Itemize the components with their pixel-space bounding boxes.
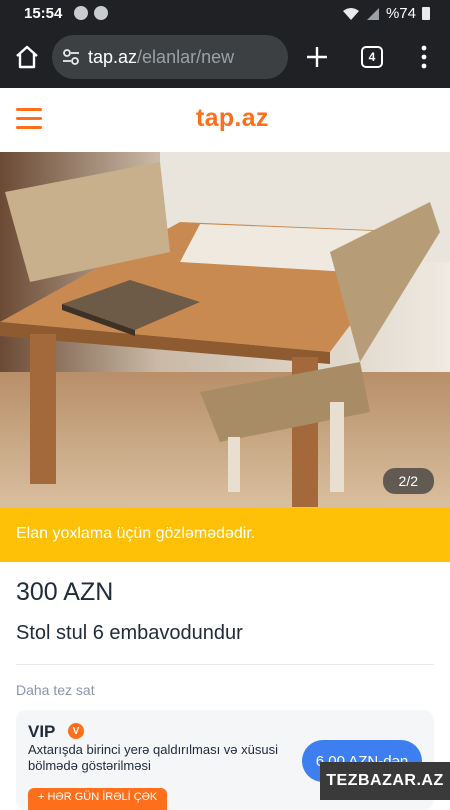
site-logo[interactable]: tap.az	[196, 104, 269, 133]
notification-icon	[74, 6, 88, 20]
vip-badge-icon: V	[68, 723, 84, 739]
tab-switcher-button[interactable]: 4	[361, 46, 383, 68]
listing-title: Stol stul 6 embavodundur	[16, 622, 243, 645]
battery-icon	[422, 7, 430, 20]
home-icon[interactable]	[14, 44, 40, 70]
system-indicators: %74	[342, 5, 430, 22]
listing-photo-illustration	[0, 152, 450, 508]
daily-bump-tag[interactable]: + HƏR GÜN İRƏLİ ÇƏK	[28, 788, 167, 810]
url-domain: tap.az	[88, 47, 137, 68]
wifi-icon	[342, 7, 360, 21]
promotion-section-label: Daha tez sat	[16, 682, 95, 698]
vip-title: VIP	[28, 722, 55, 742]
pending-review-banner: Elan yoxlama üçün gözləmədədir.	[0, 508, 450, 562]
browser-toolbar: tap.az/elanlar/new 4	[0, 28, 450, 88]
status-bar: 15:54 %74	[0, 0, 450, 28]
vip-description: Axtarışda birinci yerə qaldırılması və x…	[28, 742, 298, 774]
site-settings-icon[interactable]	[62, 48, 80, 66]
more-vert-icon[interactable]	[414, 44, 434, 70]
listing-photo[interactable]: 2/2	[0, 152, 450, 508]
photo-counter: 2/2	[383, 468, 434, 494]
site-header: tap.az	[0, 88, 450, 152]
tezbazar-watermark: TEZBAZAR.AZ	[320, 762, 450, 800]
divider	[16, 664, 434, 665]
address-bar[interactable]: tap.az/elanlar/new	[52, 35, 288, 79]
new-tab-icon[interactable]	[304, 44, 330, 70]
whatsapp-icon	[94, 6, 108, 20]
notification-icons	[74, 6, 108, 20]
listing-price: 300 AZN	[16, 578, 113, 607]
battery-percent: %74	[386, 5, 416, 22]
signal-icon	[366, 7, 380, 21]
clock: 15:54	[24, 5, 62, 22]
url-path: /elanlar/new	[137, 47, 234, 68]
hamburger-menu-icon[interactable]	[16, 108, 42, 130]
